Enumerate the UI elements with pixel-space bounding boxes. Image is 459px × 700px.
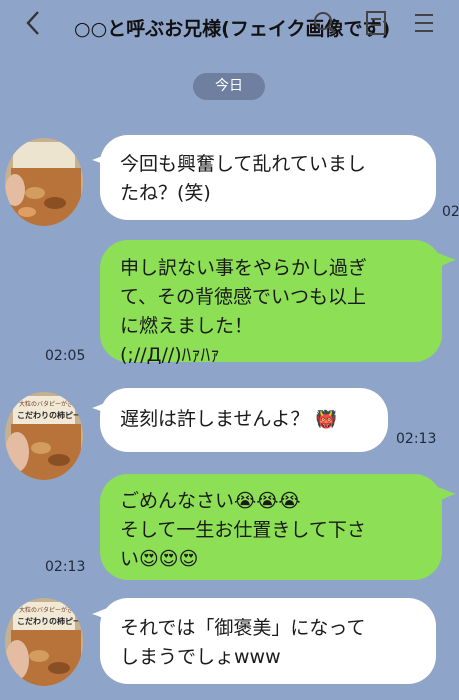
message-time: 02:05 (45, 348, 86, 364)
avatar-label: 大粒のバタピーがぎ (19, 606, 73, 614)
message-bubble[interactable]: 遅刻は許しませんよ？ 👹 (100, 388, 388, 452)
bubble-tail (434, 252, 456, 270)
message-bubble[interactable]: 申し訳ない事をやらかし過ぎ て、その背徳感でいつも以上 に燃えました！ (;//… (100, 240, 442, 366)
avatar-label: こだわりの柿ピー (17, 410, 81, 420)
message-line: しまうでしょwww (120, 646, 281, 668)
message-line: 今回も興奮して乱れていまし (120, 153, 366, 175)
avatar-label: 大粒のバタピーがぎ (19, 400, 73, 408)
message-time: 02:13 (396, 431, 437, 447)
message-bubble[interactable]: 今回も興奮して乱れていまし たね？(笑) (100, 135, 436, 220)
avatar[interactable]: 大粒のバタピーがぎ こだわりの柿ピー (5, 598, 83, 686)
bubble-tail (434, 486, 456, 504)
message-line: (;//Д//)ﾊｧﾊｧ (120, 344, 220, 366)
message-line: たね？(笑) (120, 182, 211, 204)
message-line: い😍😍😍 (120, 548, 199, 570)
chat-title: ○○と呼ぶお兄様(フェイク画像です) (74, 18, 391, 40)
notes-icon[interactable] (364, 8, 388, 38)
avatar[interactable] (5, 138, 83, 226)
message-time: 02:13 (45, 559, 86, 575)
message-line: て、その背徳感でいつも以上 (120, 286, 367, 308)
avatar[interactable]: 大粒のバタピーがぎ こだわりの柿ピー (5, 392, 83, 480)
avatar-label: こだわりの柿ピー (17, 616, 81, 626)
message-line: そして一生お仕置きして下さ (120, 519, 366, 541)
message-line: に燃えました！ (120, 315, 254, 337)
ogre-emoji-icon: 👹 (315, 410, 337, 430)
message-bubble[interactable]: ごめんなさい😭😭😭 そして一生お仕置きして下さ い😍😍😍 (100, 474, 442, 580)
date-separator: 今日 (193, 73, 265, 100)
menu-icon[interactable] (412, 8, 436, 38)
message-time: 02 (442, 204, 459, 220)
message-line: 申し訳ない事をやらかし過ぎ (120, 257, 368, 279)
message-line: ごめんなさい😭😭😭 (120, 490, 301, 512)
chevron-left-icon[interactable] (22, 8, 46, 38)
message-bubble[interactable]: それでは「御褒美」になって しまうでしょwww (100, 598, 436, 684)
search-icon[interactable] (312, 8, 338, 38)
chat-header: ○○と呼ぶお兄様(フェイク画像です) (0, 0, 459, 56)
message-line: 遅刻は許しませんよ？ (120, 408, 310, 430)
message-line: それでは「御褒美」になって (120, 617, 366, 639)
